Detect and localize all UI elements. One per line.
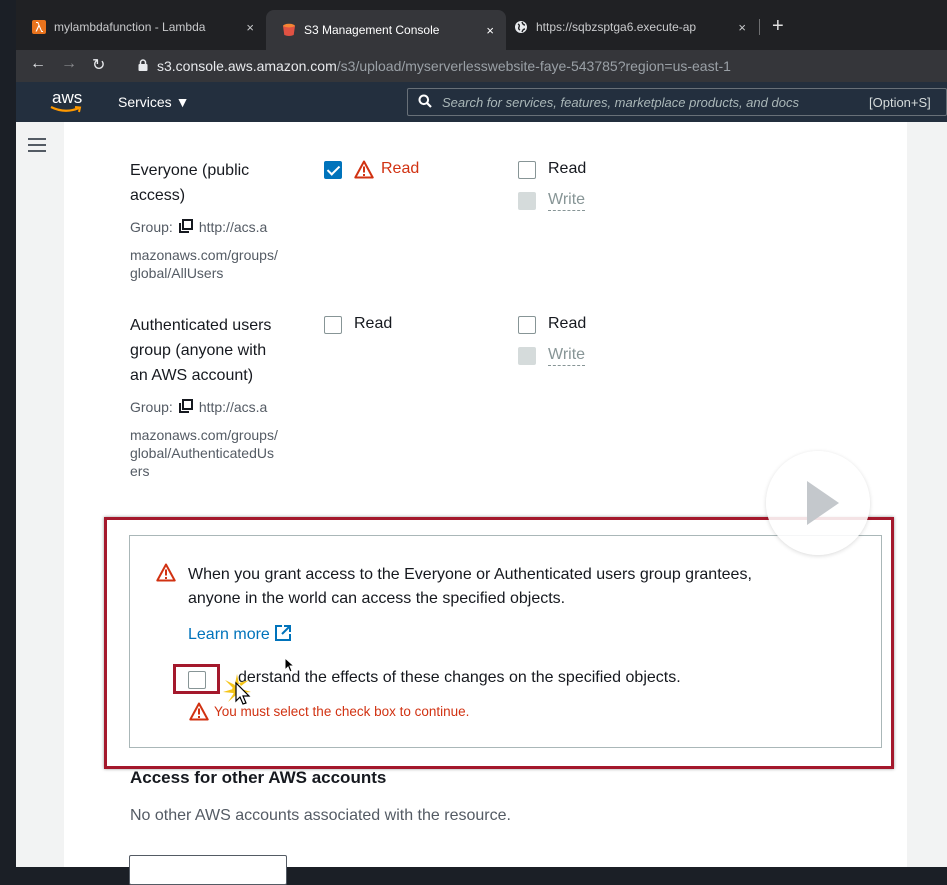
grantee-name-line: an AWS account) <box>130 367 254 384</box>
search-input[interactable]: Search for services, features, marketpla… <box>407 88 947 116</box>
tab-api-gateway[interactable]: https://sqbzsptga6.execute-ap × <box>498 12 760 42</box>
grantee-name-line: group (anyone with <box>130 342 267 359</box>
globe-icon <box>514 20 528 34</box>
search-shortcut: [Option+S] <box>869 95 931 110</box>
grantee-everyone-name: Everyone (public access) <box>130 158 249 208</box>
group-prefix: Group: <box>130 219 173 235</box>
play-video-icon[interactable] <box>766 451 870 555</box>
reload-icon[interactable]: ↻ <box>92 55 105 75</box>
everyone-acl-read-label: Read <box>548 160 587 177</box>
grantee-group-url-rest: mazonaws.com/groups/ global/Authenticate… <box>130 426 278 480</box>
authenticated-objects-read-checkbox[interactable] <box>324 316 342 334</box>
add-account-button[interactable] <box>129 855 287 885</box>
authenticated-objects-read-label: Read <box>354 315 393 332</box>
aws-smile-icon <box>50 106 82 113</box>
tab-close-icon[interactable]: × <box>246 20 254 35</box>
grantee-group-row: Group: http://acs.a <box>130 216 267 238</box>
tab-close-icon[interactable]: × <box>738 20 746 35</box>
click-highlight-cursor-icon <box>223 674 251 705</box>
warning-icon <box>354 160 374 179</box>
copy-icon[interactable] <box>178 399 193 413</box>
group-prefix: Group: <box>130 399 173 415</box>
everyone-acl-write-label: Write <box>548 190 586 211</box>
back-arrow-icon[interactable]: ← <box>30 55 46 73</box>
authenticated-acl-write-label: Write <box>548 345 586 366</box>
tab-label: S3 Management Console <box>304 23 440 37</box>
page-area: Everyone (public access) Group: http://ac… <box>16 122 947 885</box>
checkbox-highlight <box>173 664 220 694</box>
group-url-line: mazonaws.com/groups/ <box>130 247 278 263</box>
url-path: /s3/upload/myserverlesswebsite-faye-5437… <box>336 58 731 74</box>
tab-lambda[interactable]: mylambdafunction - Lambda × <box>16 12 266 42</box>
grantee-authenticated-name: Authenticated users group (anyone with a… <box>130 313 271 388</box>
authenticated-acl-read-checkbox[interactable] <box>518 316 536 334</box>
other-accounts-text: No other AWS accounts associated with th… <box>130 807 511 824</box>
aws-logo[interactable]: aws <box>50 88 84 116</box>
group-url: http://acs.a <box>198 399 268 415</box>
authenticated-acl-read-label: Read <box>548 315 587 332</box>
url-field[interactable]: s3.console.aws.amazon.com/s3/upload/myse… <box>138 54 731 78</box>
grantee-name-line: Everyone (public <box>130 162 250 179</box>
group-url-line: ers <box>130 463 150 479</box>
menu-icon[interactable] <box>28 138 46 154</box>
tab-close-icon[interactable]: × <box>486 23 494 38</box>
other-accounts-heading: Access for other AWS accounts <box>130 768 387 787</box>
everyone-objects-read-label: Read <box>381 160 420 177</box>
group-url-line: global/AllUsers <box>130 265 224 281</box>
lambda-icon <box>32 20 46 34</box>
tab-label: mylambdafunction - Lambda <box>54 20 206 34</box>
group-url-line: mazonaws.com/groups/ <box>130 427 278 443</box>
highlight-frame <box>104 517 894 769</box>
browser-tab-strip: mylambdafunction - Lambda × S3 Managemen… <box>16 0 947 50</box>
search-placeholder: Search for services, features, marketpla… <box>442 95 799 110</box>
search-icon <box>418 94 432 108</box>
url-domain: s3.console.aws.amazon.com <box>157 58 337 74</box>
lock-icon <box>138 58 148 74</box>
grantee-group-url-rest: mazonaws.com/groups/ global/AllUsers <box>130 246 278 282</box>
authenticated-acl-write-checkbox <box>518 347 536 365</box>
everyone-acl-read-checkbox[interactable] <box>518 161 536 179</box>
everyone-objects-read-checkbox[interactable] <box>324 161 342 179</box>
scrollbar-track[interactable] <box>907 122 947 867</box>
tab-s3[interactable]: S3 Management Console × <box>266 10 506 50</box>
tab-label: https://sqbzsptga6.execute-ap <box>536 20 697 34</box>
new-tab-button[interactable]: + <box>772 16 784 36</box>
copy-icon[interactable] <box>178 219 193 233</box>
forward-arrow-icon[interactable]: → <box>61 55 77 73</box>
grantee-name-line: access) <box>130 187 186 204</box>
s3-bucket-icon <box>282 23 296 37</box>
arrow-cursor-icon <box>284 657 294 673</box>
grantee-name-line: Authenticated users <box>130 317 272 334</box>
services-menu[interactable]: Services ▼ <box>118 94 189 110</box>
aws-top-nav: aws Services ▼ Search for services, feat… <box>16 82 947 122</box>
group-url-line: global/AuthenticatedUs <box>130 445 274 461</box>
everyone-acl-write-checkbox <box>518 192 536 210</box>
group-url: http://acs.a <box>198 219 268 235</box>
grantee-group-row: Group: http://acs.a <box>130 396 267 418</box>
address-bar: ← → ↻ s3.console.aws.amazon.com/s3/uploa… <box>16 50 947 82</box>
tab-separator <box>759 19 760 35</box>
